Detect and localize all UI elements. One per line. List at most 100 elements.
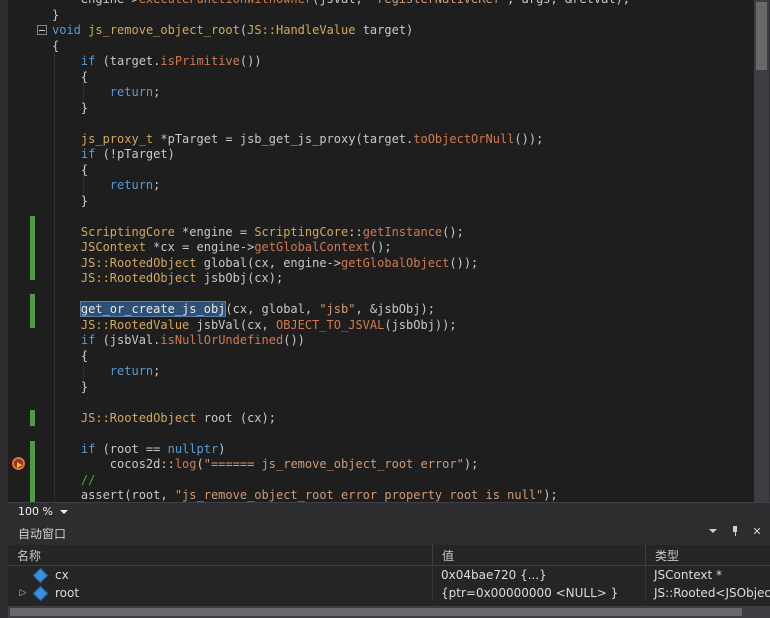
zoom-control[interactable]: 100 % xyxy=(12,504,74,519)
breakpoint-margin[interactable] xyxy=(8,0,30,502)
code-editor[interactable]: engine->executeFunctionWithOwner(jsval, … xyxy=(8,0,754,502)
code-token: ) xyxy=(218,441,226,456)
code-line[interactable]: if (target.isPrimitive()) xyxy=(52,54,754,70)
variable-name-cell: ▷ root xyxy=(8,584,432,602)
code-line[interactable]: if (jsbVal.isNullOrUndefined()) xyxy=(52,333,754,349)
code-text[interactable]: engine->executeFunctionWithOwner(jsval, … xyxy=(52,0,754,502)
code-token: OBJECT_TO_JSVAL xyxy=(275,317,385,332)
code-line[interactable]: cocos2d::log("====== js_remove_object_ro… xyxy=(52,457,754,473)
editor-bottom-bar: 100 % xyxy=(8,502,770,520)
code-token: "registerNativeRef" xyxy=(370,0,507,6)
code-line[interactable]: { xyxy=(52,70,754,86)
column-header-name[interactable]: 名称 xyxy=(8,545,432,565)
autos-row[interactable]: ▷ root {ptr=0x00000000 <NULL> } JS::Rooted<… xyxy=(8,584,770,602)
chevron-down-icon xyxy=(709,529,717,533)
zoom-level: 100 % xyxy=(18,505,53,518)
code-token: *cx = engine-> xyxy=(145,240,255,254)
code-line[interactable]: return; xyxy=(52,85,754,101)
code-line[interactable]: JS::RootedValue jsbVal(cx, OBJECT_TO_JSV… xyxy=(52,318,754,334)
variable-name-cell: cx xyxy=(8,566,432,584)
column-header-type[interactable]: 类型 xyxy=(645,545,770,565)
code-line[interactable]: return; xyxy=(52,364,754,380)
code-token: *engine = xyxy=(174,224,255,239)
scrollbar-thumb[interactable] xyxy=(756,2,767,70)
code-token: ; xyxy=(153,85,161,99)
code-line[interactable]: JS::RootedObject root (cx); xyxy=(52,411,754,427)
column-header-value[interactable]: 值 xyxy=(432,545,645,565)
code-line[interactable]: get_or_create_js_obj(cx, global, "jsb", … xyxy=(52,302,754,318)
code-token: cocos2d:: xyxy=(52,457,175,471)
code-token: "====== js_remove_object_root error" xyxy=(203,457,464,471)
variable-value[interactable]: 0x04bae720 {...} xyxy=(432,566,645,584)
breakpoint-current-icon[interactable] xyxy=(12,457,25,470)
code-line[interactable]: } xyxy=(52,8,754,24)
code-token: (jsval, xyxy=(312,0,370,6)
code-token: engine-> xyxy=(52,0,139,6)
code-token: *pTarget = jsb_get_js_proxy(target. xyxy=(153,131,414,146)
autos-row[interactable]: cx 0x04bae720 {...} JSContext * xyxy=(8,566,770,584)
change-bar xyxy=(30,216,35,280)
code-token: ; xyxy=(153,178,161,192)
code-token: (root == xyxy=(95,441,168,456)
code-line[interactable]: if (!pTarget) xyxy=(52,147,754,163)
scrollbar-thumb[interactable] xyxy=(10,608,742,616)
code-token: log xyxy=(174,457,197,471)
code-token: { xyxy=(52,38,60,53)
vertical-scrollbar[interactable] xyxy=(754,0,769,502)
code-token: return xyxy=(109,364,154,378)
code-token: :: xyxy=(348,224,363,239)
code-line[interactable]: { xyxy=(52,39,754,55)
code-token: assert(root, xyxy=(52,488,175,502)
code-line[interactable]: if (root == nullptr) xyxy=(52,442,754,458)
code-token: return xyxy=(109,85,154,99)
code-line[interactable]: } xyxy=(52,101,754,117)
code-token: JS::RootedObject xyxy=(80,255,197,270)
code-token: nullptr xyxy=(167,441,219,456)
code-token: ScriptingCore xyxy=(80,224,175,239)
code-line[interactable]: } xyxy=(52,380,754,396)
code-line[interactable]: void js_remove_object_root(JS::HandleVal… xyxy=(52,23,754,39)
code-line[interactable]: engine->executeFunctionWithOwner(jsval, … xyxy=(52,0,754,8)
code-line[interactable]: } xyxy=(52,194,754,210)
code-line[interactable] xyxy=(52,209,754,225)
code-line[interactable]: JS::RootedObject jsbObj(cx); xyxy=(52,271,754,287)
code-line[interactable]: assert(root, "js_remove_object_root erro… xyxy=(52,488,754,502)
variable-icon xyxy=(32,585,49,601)
code-line[interactable]: JSContext *cx = engine->getGlobalContext… xyxy=(52,240,754,256)
code-token: jsbVal(cx, xyxy=(189,317,276,332)
horizontal-scrollbar[interactable] xyxy=(8,606,770,618)
code-line[interactable] xyxy=(52,426,754,442)
code-token: } xyxy=(52,7,60,22)
expand-arrow-icon[interactable]: ▷ xyxy=(16,588,30,598)
code-line[interactable] xyxy=(52,287,754,303)
fold-collapse-icon[interactable] xyxy=(37,25,47,35)
code-line[interactable]: ScriptingCore *engine = ScriptingCore::g… xyxy=(52,225,754,241)
code-line[interactable]: JS::RootedObject global(cx, engine->getG… xyxy=(52,256,754,272)
code-token: ()); xyxy=(449,255,479,270)
code-token: { xyxy=(52,162,89,177)
code-token: getGlobalObject xyxy=(341,255,450,270)
code-line[interactable]: // xyxy=(52,473,754,489)
code-line[interactable]: return; xyxy=(52,178,754,194)
autos-title-bar[interactable]: 自动窗口 ✕ xyxy=(8,519,770,545)
variable-name: root xyxy=(55,586,80,600)
code-line[interactable] xyxy=(52,116,754,132)
code-line[interactable]: { xyxy=(52,163,754,179)
code-line[interactable]: { xyxy=(52,349,754,365)
code-line[interactable]: js_proxy_t *pTarget = jsb_get_js_proxy(t… xyxy=(52,132,754,148)
window-position-icon[interactable] xyxy=(706,524,720,538)
code-line[interactable] xyxy=(52,395,754,411)
close-icon[interactable]: ✕ xyxy=(750,524,764,538)
code-token: js_proxy_t xyxy=(80,131,154,146)
code-token: ( xyxy=(196,457,204,471)
variable-value[interactable]: {ptr=0x00000000 <NULL> } xyxy=(432,584,645,602)
code-token: JSContext xyxy=(80,240,146,254)
pin-icon[interactable] xyxy=(728,524,742,538)
